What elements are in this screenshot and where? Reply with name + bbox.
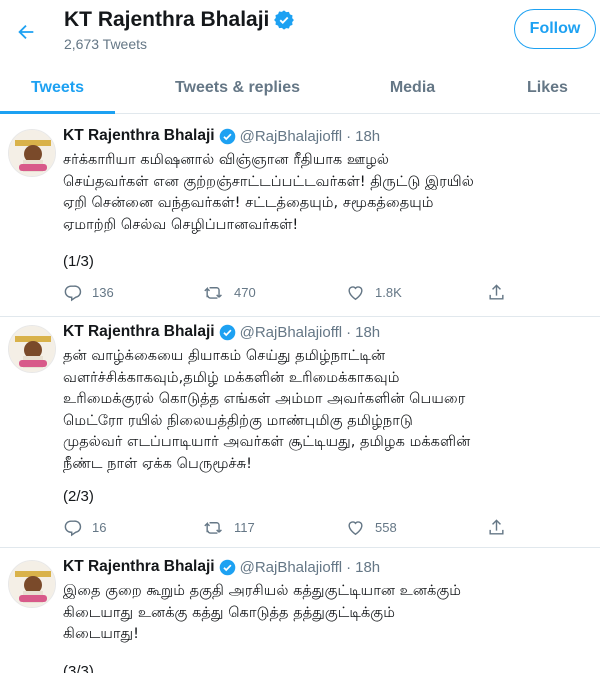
reply-icon — [64, 520, 82, 537]
retweet-icon — [204, 286, 222, 299]
tweet-header: KT Rajenthra Bhalaji @RajBhalajioffl · 1… — [63, 127, 380, 145]
tweet-count: 2,673 Tweets — [64, 36, 148, 52]
tweet-actions: 136 470 1.8K — [63, 283, 523, 303]
tweet-author-name[interactable]: KT Rajenthra Bhalaji — [63, 127, 215, 145]
retweet-count: 470 — [234, 285, 256, 300]
tab-tweets-replies[interactable]: Tweets & replies — [160, 62, 315, 114]
thread-count: (2/3) — [63, 488, 94, 505]
active-tab-indicator — [0, 111, 115, 114]
tweet-author-handle[interactable]: @RajBhalajioffl — [240, 128, 343, 145]
retweet-icon — [204, 521, 222, 534]
like-count: 1.8K — [375, 285, 402, 300]
tweet-text: சர்க்காரியா கமிஷனால் விஞ்ஞான ரீதியாக ஊழல… — [63, 151, 474, 233]
avatar-image — [9, 561, 55, 607]
tweet-header: KT Rajenthra Bhalaji @RajBhalajioffl · 1… — [63, 323, 380, 341]
avatar-image — [9, 130, 55, 176]
share-icon — [489, 519, 504, 535]
tab-tweets[interactable]: Tweets — [0, 62, 115, 114]
reply-button[interactable]: 136 — [63, 283, 114, 302]
reply-button[interactable]: 16 — [63, 518, 106, 537]
retweet-button[interactable]: 470 — [203, 283, 256, 302]
share-button[interactable] — [487, 283, 506, 302]
reply-count: 136 — [92, 285, 114, 300]
tab-likes[interactable]: Likes — [515, 62, 580, 114]
tweet-timestamp[interactable]: 18h — [355, 559, 380, 576]
tweet[interactable]: KT Rajenthra Bhalaji @RajBhalajioffl · 1… — [0, 115, 600, 317]
tweet-author-handle[interactable]: @RajBhalajioffl — [240, 559, 343, 576]
tweet-author-name[interactable]: KT Rajenthra Bhalaji — [63, 558, 215, 576]
arrow-left-icon — [18, 24, 34, 40]
tweet-actions: 16 117 558 — [63, 518, 523, 538]
tweet[interactable]: KT Rajenthra Bhalaji @RajBhalajioffl · 1… — [0, 548, 600, 673]
profile-name: KT Rajenthra Bhalaji — [64, 8, 270, 31]
avatar[interactable] — [8, 129, 56, 177]
tweet-text: தன் வாழ்க்கையை தியாகம் செய்து தமிழ்நாட்ட… — [63, 347, 471, 472]
tweet-header: KT Rajenthra Bhalaji @RajBhalajioffl · 1… — [63, 558, 380, 576]
avatar[interactable] — [8, 560, 56, 608]
tweet-text: இதை குறை கூறும் தகுதி அரசியல் கத்துகுட்ட… — [63, 582, 461, 643]
profile-tabs: Tweets Tweets & replies Media Likes — [0, 62, 600, 114]
share-icon — [489, 284, 504, 300]
tweet-timestamp[interactable]: 18h — [355, 128, 380, 145]
tweet[interactable]: KT Rajenthra Bhalaji @RajBhalajioffl · 1… — [0, 317, 600, 548]
share-button[interactable] — [487, 518, 506, 537]
follow-button[interactable]: Follow — [514, 9, 596, 49]
profile-name-row: KT Rajenthra Bhalaji — [64, 8, 295, 32]
tweet-timestamp[interactable]: 18h — [355, 324, 380, 341]
separator-dot: · — [346, 323, 352, 341]
avatar[interactable] — [8, 325, 56, 373]
heart-icon — [348, 286, 363, 301]
separator-dot: · — [346, 558, 352, 576]
verified-badge-icon — [219, 324, 235, 340]
verified-badge-icon — [219, 128, 235, 144]
profile-header: KT Rajenthra Bhalaji 2,673 Tweets Follow — [0, 0, 600, 62]
retweet-count: 117 — [234, 520, 255, 535]
retweet-button[interactable]: 117 — [203, 518, 255, 537]
verified-badge-icon — [219, 559, 235, 575]
tweet-author-handle[interactable]: @RajBhalajioffl — [240, 324, 343, 341]
like-button[interactable]: 558 — [346, 518, 397, 537]
verified-badge-icon — [274, 10, 295, 30]
thread-count: (3/3) — [63, 663, 94, 673]
like-count: 558 — [375, 520, 397, 535]
reply-icon — [64, 285, 82, 302]
reply-count: 16 — [92, 520, 107, 535]
separator-dot: · — [346, 127, 352, 145]
avatar-image — [9, 326, 55, 372]
tweet-author-name[interactable]: KT Rajenthra Bhalaji — [63, 323, 215, 341]
like-button[interactable]: 1.8K — [346, 283, 402, 302]
tab-media[interactable]: Media — [375, 62, 450, 114]
thread-count: (1/3) — [63, 253, 94, 270]
heart-icon — [348, 521, 363, 536]
back-button[interactable] — [8, 14, 44, 50]
